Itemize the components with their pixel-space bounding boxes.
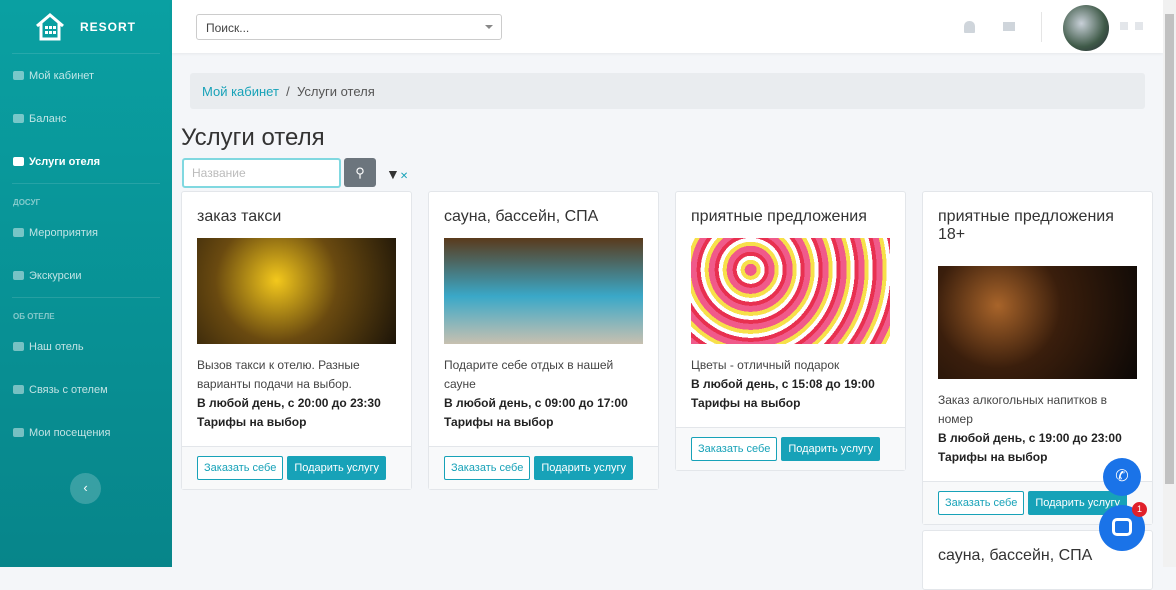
gift-button[interactable]: Подарить услугу (781, 437, 881, 461)
card-icon (13, 114, 24, 123)
sidebar-item-services[interactable]: Услуги отеля (0, 140, 172, 183)
card-desc: Вызов такси к отелю. Разные варианты под… (197, 358, 360, 391)
chat-badge: 1 (1132, 502, 1147, 517)
collapse-sidebar-button[interactable]: ‹ (70, 473, 101, 504)
card-title: заказ такси (197, 208, 282, 225)
house-icon (36, 12, 64, 40)
avatar[interactable] (1063, 5, 1109, 51)
breadcrumb-current: Услуги отеля (297, 84, 375, 99)
card-tariff: Тарифы на выбор (444, 415, 554, 429)
order-button[interactable]: Заказать себе (691, 437, 778, 461)
sidebar-item-excursions[interactable]: Экскурсии (0, 254, 172, 297)
card-desc: Цветы - отличный подарок (691, 358, 840, 372)
card-time: В любой день, с 09:00 до 17:00 (444, 396, 628, 410)
clear-filter-icon[interactable]: ▼✕ (386, 166, 408, 182)
chat-icon (13, 385, 24, 394)
person-icon (13, 428, 24, 437)
divider (1041, 12, 1042, 42)
order-button[interactable]: Заказать себе (938, 491, 1025, 515)
sidebar-item-hotel[interactable]: Наш отель (0, 325, 172, 368)
flowers-image (691, 238, 890, 344)
logo[interactable]: RESORT (12, 0, 160, 54)
label: Экскурсии (29, 269, 82, 282)
breadcrumb: Мой кабинет / Услуги отеля (190, 73, 1145, 109)
service-card: заказ такси Вызов такси к отелю. Разные … (181, 191, 412, 490)
sidebar: RESORT Мой кабинет Баланс Услуги отеля Д… (0, 0, 172, 567)
page-title: Услуги отеля (181, 124, 325, 151)
card-title: приятные предложения 18+ (938, 208, 1114, 243)
search-select[interactable]: Поиск... (196, 14, 502, 40)
phone-call-button[interactable]: ✆ (1103, 458, 1141, 496)
label: Мероприятия (29, 226, 98, 239)
chat-icon (1112, 518, 1132, 536)
card-time: В любой день, с 15:08 до 19:00 (691, 377, 875, 391)
scrollbar-thumb[interactable] (1165, 14, 1174, 484)
chevron-down-icon (485, 25, 493, 33)
bus-icon (13, 271, 24, 280)
order-button[interactable]: Заказать себе (197, 456, 284, 480)
handshake-icon (13, 157, 24, 166)
breadcrumb-sep: / (286, 84, 290, 99)
card-time: В любой день, с 19:00 до 23:00 (938, 431, 1122, 445)
section-about: ОБ ОТЕЛЕ (13, 312, 55, 321)
search-placeholder: Поиск... (206, 21, 250, 35)
breadcrumb-home[interactable]: Мой кабинет (202, 84, 279, 99)
service-card: приятные предложения Цветы - отличный по… (675, 191, 906, 471)
taxi-image (197, 238, 396, 344)
label: Мой кабинет (29, 69, 95, 82)
gift-button[interactable]: Подарить услугу (534, 456, 634, 480)
sauna-image (444, 238, 643, 344)
bell-icon[interactable] (964, 21, 975, 33)
card-desc: Подарите себе отдых в нашей сауне (444, 358, 614, 391)
search-button[interactable]: ⚲ (344, 158, 376, 187)
mail-icon[interactable] (1003, 22, 1015, 31)
label: Услуги отеля (29, 155, 100, 168)
flag-icon[interactable] (1135, 22, 1143, 30)
header: Поиск... (172, 0, 1163, 53)
sidebar-item-cabinet[interactable]: Мой кабинет (0, 54, 172, 97)
logo-text: RESORT (80, 19, 137, 34)
sidebar-item-contact[interactable]: Связь с отелем (0, 368, 172, 411)
drinks-image (938, 266, 1137, 379)
gift-button[interactable]: Подарить услугу (287, 456, 387, 480)
user-icon (13, 71, 24, 80)
card-title: сауна, бассейн, СПА (444, 208, 599, 225)
card-time: В любой день, с 20:00 до 23:30 (197, 396, 381, 410)
name-filter-input[interactable]: Название (182, 158, 341, 188)
scrollbar[interactable] (1163, 0, 1176, 567)
card-tariff: Тарифы на выбор (197, 415, 307, 429)
order-button[interactable]: Заказать себе (444, 456, 531, 480)
info-icon (13, 342, 24, 351)
card-desc: Заказ алкогольных напитков в номер (938, 393, 1108, 426)
card-title: приятные предложения (691, 208, 867, 225)
label: Баланс (29, 112, 67, 125)
sidebar-item-events[interactable]: Мероприятия (0, 211, 172, 254)
label: Мои посещения (29, 426, 111, 439)
flag-icon[interactable] (1120, 22, 1128, 30)
placeholder: Название (192, 166, 246, 180)
section-leisure: ДОСУГ (13, 198, 41, 207)
label: Связь с отелем (29, 383, 108, 396)
label: Наш отель (29, 340, 84, 353)
sidebar-item-visits[interactable]: Мои посещения (0, 411, 172, 454)
sidebar-item-balance[interactable]: Баланс (0, 97, 172, 140)
service-card: сауна, бассейн, СПА Подарите себе отдых … (428, 191, 659, 490)
calendar-icon (13, 228, 24, 237)
card-tariff: Тарифы на выбор (691, 396, 801, 410)
